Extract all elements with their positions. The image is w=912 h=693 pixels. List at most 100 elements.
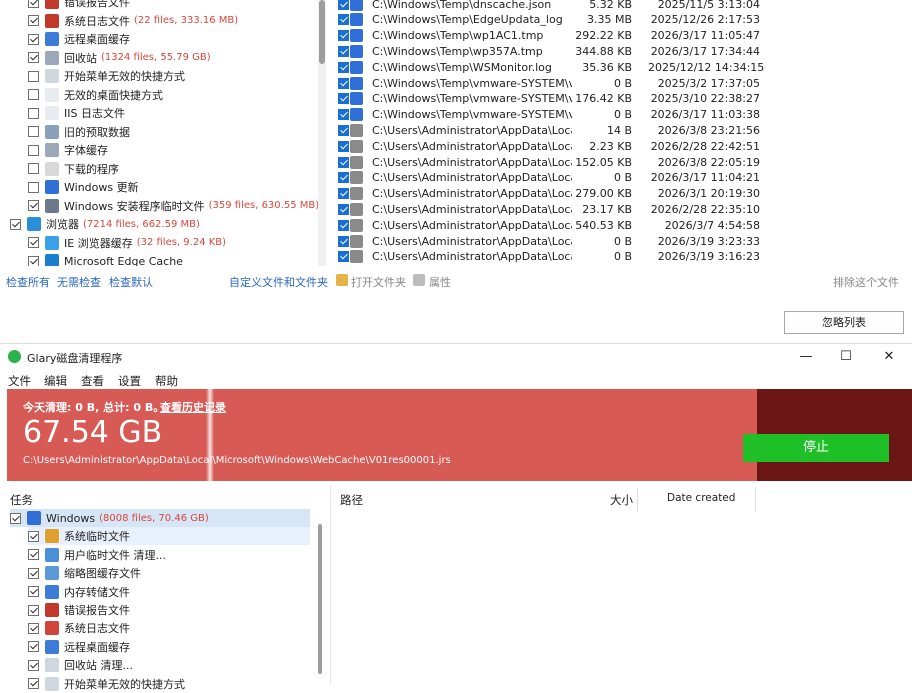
file-row[interactable]: C:\Users\Administrator\AppData\Local\T..…: [330, 201, 912, 217]
checkbox[interactable]: [28, 567, 39, 579]
ignore-list-button[interactable]: 忽略列表: [784, 311, 904, 334]
tree-item-iis-log[interactable]: IIS 日志文件: [28, 104, 125, 122]
file-row[interactable]: C:\Windows\Temp\WSMonitor.log 35.36 KB 202…: [330, 59, 912, 75]
menu-file[interactable]: 文件: [8, 373, 31, 389]
checkbox[interactable]: [338, 30, 349, 42]
checkbox[interactable]: [28, 126, 39, 137]
tree-item-ie-cache[interactable]: IE 浏览器缓存 (32 files, 9.24 KB): [28, 234, 226, 252]
checkbox[interactable]: [338, 219, 349, 231]
checkbox[interactable]: [338, 14, 349, 26]
file-row[interactable]: C:\Users\Administrator\AppData\Local\T..…: [330, 138, 912, 154]
checkbox[interactable]: [338, 140, 349, 152]
task-item-system-log[interactable]: 系统日志文件: [28, 619, 130, 637]
tree-item-remote-desktop-cache[interactable]: 远程桌面缓存: [28, 30, 130, 48]
checkbox[interactable]: [338, 109, 349, 121]
menu-view[interactable]: 查看: [81, 373, 104, 389]
checkbox[interactable]: [338, 188, 349, 200]
tree-item-recycle-bin[interactable]: 回收站 (1324 files, 55.79 GB): [28, 49, 211, 67]
checkbox[interactable]: [338, 93, 349, 105]
checkbox[interactable]: [10, 218, 21, 230]
tree-item-prefetch[interactable]: 旧的预取数据: [28, 123, 130, 141]
checkbox[interactable]: [338, 124, 349, 136]
task-item-recycle-bin[interactable]: 回收站 清理...: [28, 656, 133, 674]
tree-item-browsers[interactable]: 浏览器 (7214 files, 662.59 MB): [10, 215, 200, 233]
file-row[interactable]: C:\Users\Administrator\AppData\Local\T..…: [330, 154, 912, 170]
checkbox[interactable]: [28, 163, 39, 174]
lower-tree-scrollbar[interactable]: [318, 524, 324, 678]
checkbox[interactable]: [28, 89, 39, 100]
task-item-memory-dump[interactable]: 内存转储文件: [28, 583, 130, 601]
checkbox[interactable]: [338, 77, 349, 89]
task-item-system-temp[interactable]: 系统临时文件: [28, 527, 310, 546]
checkbox[interactable]: [338, 203, 349, 215]
checkbox[interactable]: [28, 641, 39, 653]
column-size[interactable]: 大小: [610, 492, 633, 508]
file-row[interactable]: C:\Users\Administrator\AppData\Local\T..…: [330, 186, 912, 202]
task-item-windows[interactable]: Windows (8008 files, 70.46 GB): [10, 509, 310, 527]
tree-item-windows-update[interactable]: Windows 更新: [28, 178, 139, 196]
checkbox[interactable]: [28, 181, 39, 193]
checkbox[interactable]: [28, 237, 39, 248]
checkbox[interactable]: [28, 33, 39, 45]
checkbox[interactable]: [338, 235, 349, 247]
stop-button[interactable]: 停止: [743, 434, 889, 462]
no-check-link[interactable]: 无需检查: [57, 274, 101, 290]
file-row[interactable]: C:\Users\Administrator\AppData\Local\T..…: [330, 170, 912, 186]
checkbox[interactable]: [28, 549, 39, 561]
checkbox[interactable]: [28, 200, 39, 211]
menu-edit[interactable]: 编辑: [44, 373, 67, 389]
checkbox[interactable]: [10, 512, 21, 524]
open-folder-link[interactable]: 打开文件夹: [351, 274, 406, 290]
checkbox[interactable]: [28, 255, 39, 266]
tree-item-system-log[interactable]: 系统日志文件 (22 files, 333.16 MB): [28, 12, 238, 30]
checkbox[interactable]: [338, 0, 349, 10]
menu-settings[interactable]: 设置: [118, 373, 141, 389]
tree-item-edge-cache[interactable]: Microsoft Edge Cache: [28, 252, 183, 266]
properties-link[interactable]: 属性: [429, 274, 451, 290]
checkbox[interactable]: [28, 0, 39, 8]
checkbox[interactable]: [28, 144, 39, 156]
file-row[interactable]: C:\Users\Administrator\AppData\Local\T..…: [330, 233, 912, 249]
file-row[interactable]: C:\Windows\Temp\wp1AC1.tmp 292.22 KB 2026/…: [330, 28, 912, 44]
tree-item-start-menu-shortcuts[interactable]: 开始菜单无效的快捷方式: [28, 67, 185, 85]
upper-tree-scrollbar[interactable]: [318, 0, 326, 266]
checkbox[interactable]: [28, 70, 39, 82]
exclude-file-link[interactable]: 排除这个文件: [833, 274, 899, 290]
check-all-link[interactable]: 检查所有: [6, 274, 50, 290]
file-row[interactable]: C:\Windows\Temp\vmware-SYSTEM\vma... 0 B 2…: [330, 75, 912, 91]
checkbox[interactable]: [28, 622, 39, 634]
file-row[interactable]: C:\Users\Administrator\AppData\Local\T..…: [330, 249, 912, 265]
scrollbar-thumb[interactable]: [319, 0, 325, 64]
checkbox[interactable]: [338, 61, 349, 73]
menu-help[interactable]: 帮助: [155, 373, 178, 389]
close-button[interactable]: ✕: [879, 348, 899, 368]
column-date-created[interactable]: Date created: [667, 492, 735, 504]
checkbox[interactable]: [28, 586, 39, 598]
checkbox[interactable]: [338, 45, 349, 57]
minimize-button[interactable]: —: [796, 348, 816, 368]
checkbox[interactable]: [28, 15, 39, 26]
check-default-link[interactable]: 检查默认: [109, 274, 153, 290]
column-path[interactable]: 路径: [340, 492, 363, 508]
checkbox[interactable]: [28, 659, 39, 671]
checkbox[interactable]: [28, 52, 39, 63]
tree-item-downloaded-programs[interactable]: 下载的程序: [28, 160, 119, 178]
scrollbar-thumb[interactable]: [318, 524, 322, 674]
file-row[interactable]: C:\Windows\Temp\dnscache.json 5.32 KB 2025…: [330, 0, 912, 12]
checkbox[interactable]: [28, 530, 39, 542]
file-row[interactable]: C:\Windows\Temp\EdgeUpdata_log 3.35 MB 202…: [330, 12, 912, 28]
tree-item-error-report[interactable]: 错误报告文件: [28, 0, 130, 11]
checkbox[interactable]: [338, 156, 349, 168]
file-row[interactable]: C:\Windows\Temp\wp357A.tmp 344.88 KB 2026/…: [330, 43, 912, 59]
view-history-link[interactable]: 查看历史记录: [160, 399, 226, 415]
checkbox[interactable]: [28, 604, 39, 616]
task-item-thumbnail-cache[interactable]: 缩略图缓存文件: [28, 564, 141, 582]
checkbox[interactable]: [338, 251, 349, 263]
tree-item-font-cache[interactable]: 字体缓存: [28, 141, 108, 159]
file-row[interactable]: C:\Windows\Temp\vmware-SYSTEM\vmw...176.…: [330, 91, 912, 107]
task-item-error-report[interactable]: 错误报告文件: [28, 601, 130, 619]
task-item-remote-desktop-cache[interactable]: 远程桌面缓存: [28, 638, 130, 656]
file-row[interactable]: C:\Users\Administrator\AppData\Local\T..…: [330, 122, 912, 138]
checkbox[interactable]: [338, 172, 349, 184]
tree-item-installer-temp[interactable]: Windows 安装程序临时文件 (359 files, 630.55 MB): [28, 197, 318, 215]
